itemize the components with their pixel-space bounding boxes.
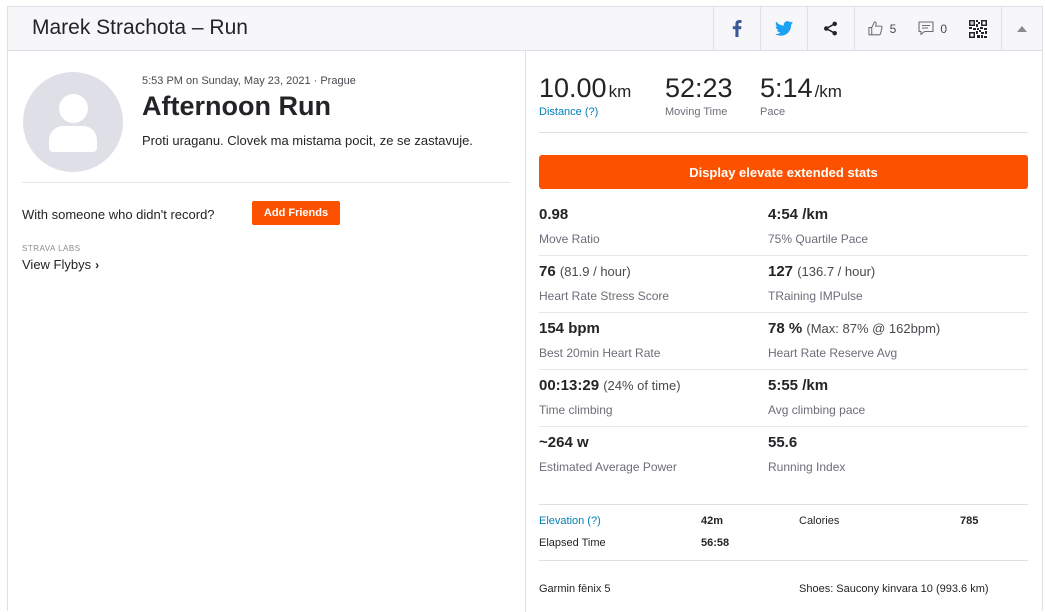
pace-unit: /km [814, 82, 842, 101]
activity-description: Proti uraganu. Clovek ma mistama pocit, … [142, 133, 473, 148]
elapsed-time-label: Elapsed Time [539, 537, 606, 549]
calories-label: Calories [799, 515, 840, 527]
twitter-share-button[interactable] [759, 7, 807, 50]
pace-stat: 5:14/km Pace [760, 73, 842, 118]
comment-icon [918, 21, 934, 36]
distance-help-link[interactable]: Distance (?) [539, 106, 631, 118]
view-flybys-link[interactable]: View Flybys › [22, 257, 99, 272]
more-stats-table: Elevation (?) 42m Calories 785 Elapsed T… [539, 504, 1028, 561]
collapse-button[interactable] [1001, 7, 1042, 50]
strava-labs-label: STRAVA LABS [22, 244, 81, 253]
distance-stat: 10.00 km Distance (?) [539, 73, 631, 118]
activity-details: 5:53 PM on Sunday, May 23, 2021 · Prague… [8, 51, 526, 612]
kudos-button[interactable]: 5 [867, 20, 897, 37]
kudos-count: 5 [889, 21, 897, 36]
elapsed-time-value: 56:58 [701, 537, 730, 549]
extended-stat: 55.6 Running Index [768, 434, 846, 474]
elevation-value: 42m [701, 515, 724, 527]
moving-time-label: Moving Time [665, 106, 728, 118]
divider [539, 369, 769, 370]
extended-stat: ~264 w Estimated Average Power [539, 434, 677, 474]
elevation-help-link[interactable]: Elevation (?) [539, 515, 601, 527]
kudos-icon [867, 21, 883, 36]
twitter-icon [774, 21, 793, 36]
view-flybys-label: View Flybys [22, 257, 92, 272]
facebook-icon [732, 20, 742, 37]
avatar[interactable] [23, 72, 123, 172]
add-friends-button[interactable]: Add Friends [252, 201, 340, 225]
divider [768, 312, 1028, 313]
qr-code-icon [969, 19, 987, 38]
pace-label: Pace [760, 106, 786, 118]
chevron-up-icon [1017, 25, 1027, 32]
divider [539, 312, 769, 313]
chevron-right-icon: › [95, 258, 100, 272]
divider [22, 182, 510, 183]
comments-button[interactable]: 0 [918, 21, 947, 36]
header-actions: 5 0 [712, 7, 1042, 50]
share-icon [824, 21, 838, 36]
avatar-placeholder [59, 94, 88, 123]
pace-value: 5:14 [760, 73, 813, 103]
activity-meta: 5:53 PM on Sunday, May 23, 2021 · Prague [142, 75, 356, 87]
qr-code-button[interactable] [969, 19, 987, 38]
moving-time-stat: 52:23 Moving Time [665, 73, 733, 118]
page-title: Marek Strachota – Run [32, 16, 248, 39]
shoes-info: Shoes: Saucony kinvara 10 (993.6 km) [799, 583, 989, 595]
distance-unit: km [608, 82, 632, 101]
facebook-share-button[interactable] [712, 7, 760, 50]
share-button[interactable] [806, 7, 854, 50]
activity-title: Afternoon Run [142, 91, 331, 121]
add-friends-prompt: With someone who didn't record? [22, 207, 215, 222]
activity-header: Marek Strachota – Run 5 0 [8, 7, 1042, 51]
moving-time-value: 52:23 [665, 73, 733, 103]
calories-value: 785 [960, 515, 979, 527]
activity-frame: Marek Strachota – Run 5 0 5:53 PM on Sun… [7, 6, 1043, 612]
elevate-extended-stats-button[interactable]: Display elevate extended stats [539, 155, 1028, 189]
distance-value: 10.00 [539, 73, 607, 103]
divider [539, 426, 769, 427]
social-stats: 5 0 [853, 7, 1001, 50]
comments-count: 0 [940, 21, 947, 36]
divider [539, 255, 769, 256]
divider [768, 369, 1028, 370]
divider [768, 426, 1028, 427]
device-name: Garmin fēnix 5 [539, 583, 611, 595]
summary-stats: 10.00 km Distance (?) 52:23 Moving Time 5… [539, 73, 1028, 133]
divider [768, 255, 1028, 256]
